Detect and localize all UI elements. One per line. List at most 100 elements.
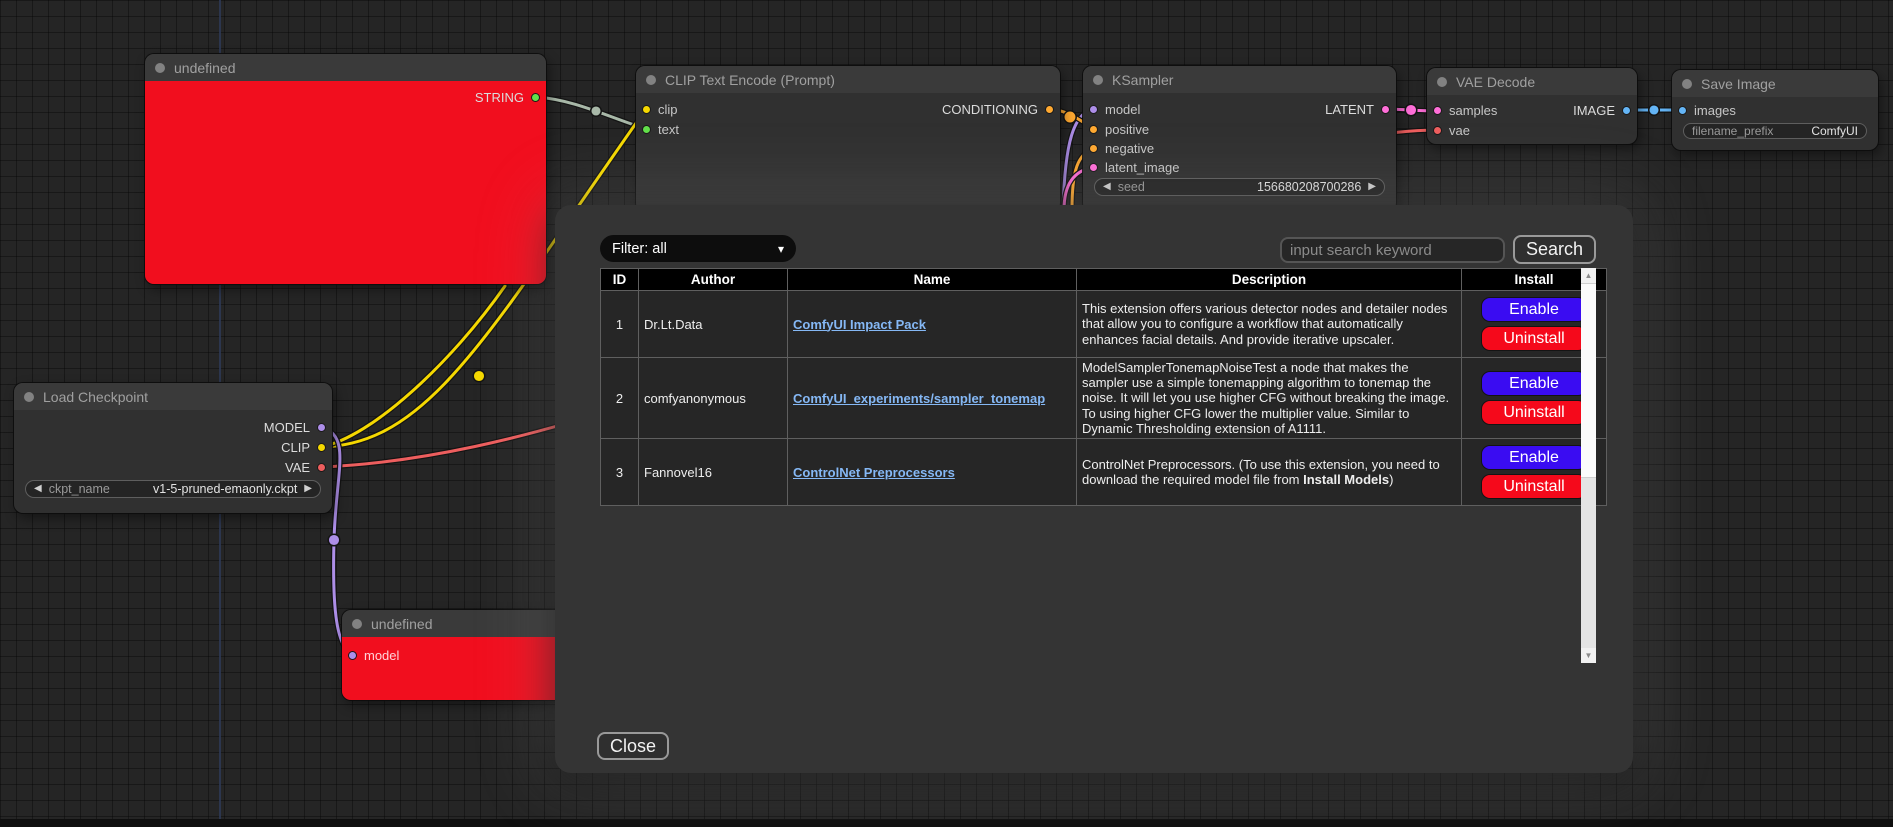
output-port-model[interactable]: MODEL: [264, 417, 326, 437]
model-port-dot[interactable]: [348, 651, 357, 660]
close-button[interactable]: Close: [597, 732, 669, 760]
node-collapse-dot[interactable]: [24, 392, 34, 402]
latent-image-port-dot[interactable]: [1089, 163, 1098, 172]
node-header[interactable]: Load Checkpoint: [14, 383, 332, 410]
positive-port-dot[interactable]: [1089, 125, 1098, 134]
clip-port-dot[interactable]: [317, 443, 326, 452]
output-port-vae[interactable]: VAE: [285, 457, 326, 477]
input-port-model[interactable]: model: [348, 645, 399, 665]
node-header[interactable]: VAE Decode: [1427, 68, 1637, 95]
node-title: Save Image: [1701, 76, 1776, 92]
node-collapse-dot[interactable]: [1682, 79, 1692, 89]
output-label: MODEL: [264, 420, 310, 435]
output-port-conditioning[interactable]: CONDITIONING: [942, 99, 1054, 119]
canvas-bottom-edge: [0, 819, 1893, 827]
scrollbar-thumb[interactable]: [1581, 283, 1596, 478]
string-port-dot[interactable]: [531, 93, 540, 102]
input-port-images[interactable]: images: [1678, 100, 1736, 120]
scroll-up-icon[interactable]: ▲: [1581, 268, 1596, 283]
node-collapse-dot[interactable]: [1093, 75, 1103, 85]
output-port-image[interactable]: IMAGE: [1573, 100, 1631, 120]
images-port-dot[interactable]: [1678, 106, 1687, 115]
node-collapse-dot[interactable]: [352, 619, 362, 629]
input-port-samples[interactable]: samples: [1433, 100, 1497, 120]
model-port-dot[interactable]: [1089, 105, 1098, 114]
ckpt-name-widget[interactable]: ◀ ckpt_name v1-5-pruned-emaonly.ckpt ▶: [25, 480, 321, 498]
widget-decrement-icon[interactable]: ◀: [1103, 182, 1111, 192]
filename-prefix-widget[interactable]: filename_prefix ComfyUI: [1683, 123, 1867, 139]
extensions-table-head-row: IDAuthorNameDescriptionInstall: [601, 269, 1607, 291]
output-label: LATENT: [1325, 102, 1374, 117]
extension-link[interactable]: ComfyUI Impact Pack: [793, 317, 926, 332]
input-label: vae: [1449, 123, 1470, 138]
widget-value: v1-5-pruned-emaonly.ckpt: [153, 482, 297, 496]
clip-port-dot[interactable]: [642, 105, 651, 114]
search-input[interactable]: [1280, 237, 1505, 263]
node-header[interactable]: undefined: [145, 54, 546, 81]
node-save-image[interactable]: Save Image images filename_prefix ComfyU…: [1672, 70, 1878, 150]
node-collapse-dot[interactable]: [155, 63, 165, 73]
extensions-table: IDAuthorNameDescriptionInstall 1Dr.Lt.Da…: [600, 268, 1607, 506]
input-port-vae[interactable]: vae: [1433, 120, 1470, 140]
uninstall-button[interactable]: Uninstall: [1481, 400, 1587, 425]
input-port-text[interactable]: text: [642, 119, 679, 139]
node-collapse-dot[interactable]: [1437, 77, 1447, 87]
input-label: clip: [658, 102, 678, 117]
node-header[interactable]: Save Image: [1672, 70, 1878, 97]
table-scrollbar[interactable]: ▲ ▼: [1581, 268, 1596, 663]
image-port-dot[interactable]: [1622, 106, 1631, 115]
input-port-positive[interactable]: positive: [1089, 119, 1149, 139]
chevron-down-icon: ▾: [778, 242, 784, 256]
widget-name: seed: [1118, 180, 1145, 194]
samples-port-dot[interactable]: [1433, 106, 1442, 115]
search-button[interactable]: Search: [1513, 235, 1596, 264]
extension-link[interactable]: ComfyUI_experiments/sampler_tonemap: [793, 391, 1045, 406]
text-port-dot[interactable]: [642, 125, 651, 134]
input-label: model: [1105, 102, 1140, 117]
output-port-latent[interactable]: LATENT: [1325, 99, 1390, 119]
vae-port-dot[interactable]: [317, 463, 326, 472]
input-label: negative: [1105, 141, 1154, 156]
uninstall-button[interactable]: Uninstall: [1481, 326, 1587, 351]
output-port-clip[interactable]: CLIP: [281, 437, 326, 457]
widget-name: filename_prefix: [1692, 124, 1773, 138]
node-vae-decode[interactable]: VAE Decode samples vae IMAGE: [1427, 68, 1637, 144]
row-author: Dr.Lt.Data: [639, 291, 788, 358]
node-ksampler[interactable]: KSampler model positive negative latent_…: [1083, 66, 1396, 212]
node-title: VAE Decode: [1456, 74, 1535, 90]
node-collapse-dot[interactable]: [646, 75, 656, 85]
enable-button[interactable]: Enable: [1481, 445, 1587, 470]
conditioning-port-dot[interactable]: [1045, 105, 1054, 114]
scroll-down-icon[interactable]: ▼: [1581, 648, 1596, 663]
widget-decrement-icon[interactable]: ◀: [34, 484, 42, 494]
filter-select[interactable]: Filter: all ▾: [600, 235, 796, 262]
negative-port-dot[interactable]: [1089, 144, 1098, 153]
uninstall-button[interactable]: Uninstall: [1481, 474, 1587, 499]
node-header[interactable]: KSampler: [1083, 66, 1396, 93]
link-string-text: [537, 97, 646, 129]
widget-increment-icon[interactable]: ▶: [1368, 182, 1376, 192]
widget-increment-icon[interactable]: ▶: [304, 484, 312, 494]
seed-widget[interactable]: ◀ seed 156680208700286 ▶: [1094, 178, 1385, 196]
input-port-model[interactable]: model: [1089, 99, 1140, 119]
input-port-latent-image[interactable]: latent_image: [1089, 157, 1179, 177]
output-port-string[interactable]: STRING: [475, 87, 540, 107]
output-label: STRING: [475, 90, 524, 105]
output-label: CONDITIONING: [942, 102, 1038, 117]
input-label: text: [658, 122, 679, 137]
extension-link[interactable]: ControlNet Preprocessors: [793, 465, 955, 480]
link-clip-2: [321, 286, 505, 447]
node-undefined-1[interactable]: undefined STRING: [145, 54, 546, 284]
node-clip-text-encode[interactable]: CLIP Text Encode (Prompt) clip text COND…: [636, 66, 1060, 212]
enable-button[interactable]: Enable: [1481, 371, 1587, 396]
node-header[interactable]: CLIP Text Encode (Prompt): [636, 66, 1060, 93]
model-port-dot[interactable]: [317, 423, 326, 432]
latent-port-dot[interactable]: [1381, 105, 1390, 114]
input-port-clip[interactable]: clip: [642, 99, 678, 119]
input-port-negative[interactable]: negative: [1089, 138, 1154, 158]
node-load-checkpoint[interactable]: Load Checkpoint MODEL CLIP VAE ◀ ckpt_na…: [14, 383, 332, 513]
enable-button[interactable]: Enable: [1481, 297, 1587, 322]
vae-port-dot[interactable]: [1433, 126, 1442, 135]
row-name: ComfyUI Impact Pack: [788, 291, 1077, 358]
row-id: 3: [601, 439, 639, 506]
